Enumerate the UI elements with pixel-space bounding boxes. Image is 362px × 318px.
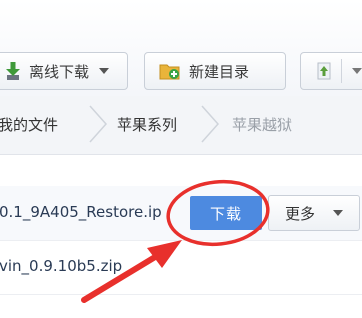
breadcrumb-item-my-files[interactable]: 我的文件: [0, 114, 58, 135]
chevron-down-icon: [352, 68, 362, 74]
table-row[interactable]: vin_0.9.10b5.zip: [0, 240, 362, 295]
breadcrumb-separator-icon: [201, 105, 220, 143]
breadcrumb-item-apple-jailbreak: 苹果越狱: [232, 116, 293, 134]
file-name[interactable]: 0.1_9A405_Restore.ip: [0, 203, 162, 221]
new-folder-label: 新建目录: [189, 62, 250, 81]
more-label: 更多: [285, 204, 316, 223]
upload-separator: [341, 59, 342, 83]
breadcrumb: 我的文件 苹果系列 苹果越狱: [0, 96, 362, 155]
new-folder-icon: [159, 64, 180, 80]
upload-button[interactable]: [300, 52, 362, 90]
offline-download-button[interactable]: 离线下载: [0, 52, 128, 90]
new-folder-button[interactable]: 新建目录: [144, 52, 286, 90]
breadcrumb-item-apple-series[interactable]: 苹果系列: [117, 114, 177, 135]
file-name[interactable]: vin_0.9.10b5.zip: [0, 257, 122, 275]
more-button[interactable]: 更多: [268, 195, 360, 231]
chevron-down-icon: [99, 68, 110, 74]
download-arrow-icon: [6, 62, 20, 80]
upload-icon: [317, 62, 331, 80]
offline-download-label: 离线下载: [29, 62, 90, 81]
download-button[interactable]: 下载: [190, 196, 262, 230]
chevron-down-icon: [333, 210, 344, 216]
